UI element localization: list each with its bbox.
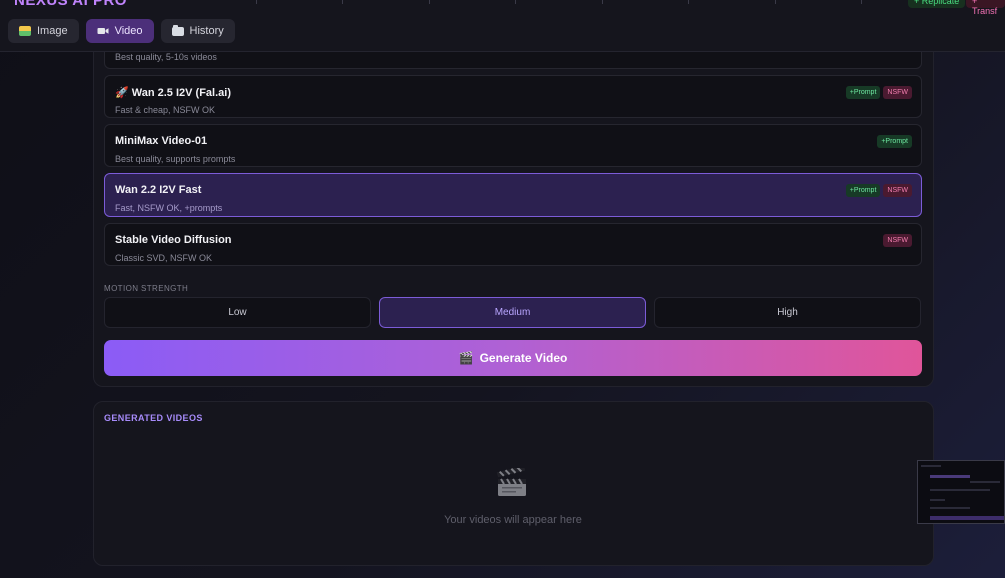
model-subtitle: Fast & cheap, NSFW OK <box>115 105 216 115</box>
generate-video-button[interactable]: 🎬 Generate Video <box>104 340 922 376</box>
video-camera-icon <box>97 25 109 37</box>
tab-video[interactable]: Video <box>85 19 154 43</box>
tab-history[interactable]: History <box>160 19 235 43</box>
model-title: 🚀 Wan 2.5 I2V (Fal.ai) <box>115 87 231 99</box>
tab-video-label: Video <box>114 25 143 37</box>
clapperboard-icon <box>496 465 528 498</box>
model-option-minimax[interactable]: MiniMax Video-01 Best quality, supports … <box>104 124 922 167</box>
model-badges: +Prompt NSFW <box>845 86 912 99</box>
motion-low-button[interactable]: Low <box>104 297 371 328</box>
prompt-badge: +Prompt <box>877 135 912 148</box>
model-badges: +Prompt <box>877 135 912 148</box>
model-badges: NSFW <box>883 234 912 247</box>
model-option-wan-2-2[interactable]: Wan 2.2 I2V Fast Fast, NSFW OK, +prompts… <box>104 173 922 217</box>
model-subtitle: Fast, NSFW OK, +prompts <box>115 203 223 213</box>
mode-tabs: Image Video History <box>8 19 235 43</box>
tab-image-label: Image <box>37 25 68 37</box>
motion-strength-label: MOTION STRENGTH <box>104 284 189 293</box>
empty-state-text: Your videos will appear here <box>444 514 582 526</box>
model-title: MiniMax Video-01 <box>115 135 208 147</box>
nsfw-badge: NSFW <box>883 184 912 197</box>
transform-badge[interactable]: + Transf <box>966 0 1005 16</box>
model-option-wan-2-5[interactable]: 🚀 Wan 2.5 I2V (Fal.ai) Fast & cheap, NSF… <box>104 75 922 118</box>
model-title: Stable Video Diffusion <box>115 234 232 246</box>
model-subtitle: Best quality, 5-10s videos <box>115 52 217 62</box>
replicate-badge[interactable]: + Replicate <box>908 0 966 8</box>
model-title: Wan 2.2 I2V Fast <box>115 184 202 196</box>
model-option-stable-video-diffusion[interactable]: Stable Video Diffusion Classic SVD, NSFW… <box>104 223 922 266</box>
screen-preview-thumbnail[interactable] <box>917 460 1005 524</box>
generated-videos-title: GENERATED VIDEOS <box>104 413 203 423</box>
generate-video-label: Generate Video <box>479 351 568 365</box>
nsfw-badge: NSFW <box>883 86 912 99</box>
nsfw-badge: NSFW <box>883 234 912 247</box>
tab-history-label: History <box>189 25 224 37</box>
prompt-badge: +Prompt <box>845 184 881 197</box>
prompt-badge: +Prompt <box>845 86 881 99</box>
image-icon <box>19 25 31 37</box>
model-subtitle: Best quality, supports prompts <box>115 154 236 164</box>
motion-high-button[interactable]: High <box>654 297 921 328</box>
model-badges: +Prompt NSFW <box>845 184 912 197</box>
tab-image[interactable]: Image <box>8 19 79 43</box>
clapperboard-icon: 🎬 <box>458 351 474 365</box>
motion-medium-button[interactable]: Medium <box>379 297 646 328</box>
app-brand: NEXUS AI PRO <box>14 0 127 9</box>
top-bar: NEXUS AI PRO + Replicate + Transf Image … <box>0 0 1005 52</box>
folder-icon <box>171 24 184 37</box>
model-subtitle: Classic SVD, NSFW OK <box>115 253 213 263</box>
